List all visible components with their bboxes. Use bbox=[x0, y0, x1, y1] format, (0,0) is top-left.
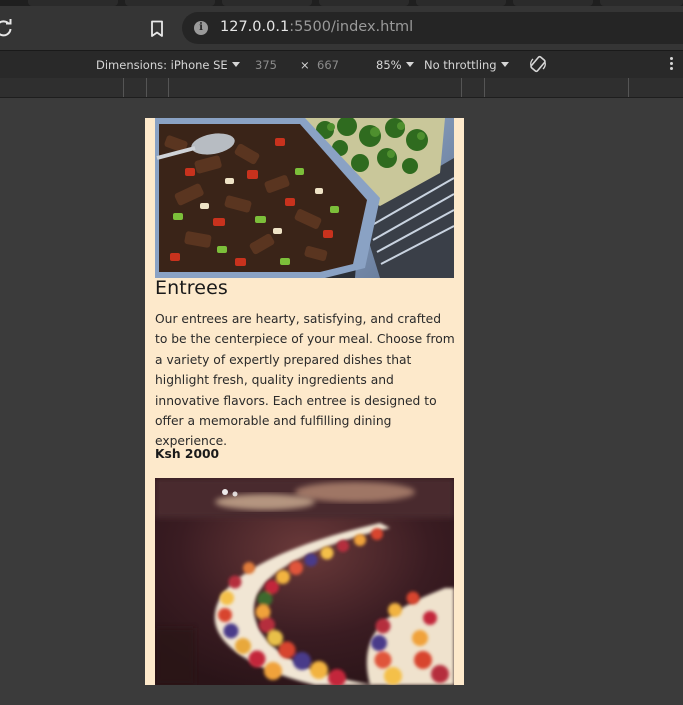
chevron-down-icon bbox=[500, 62, 509, 67]
emulated-viewport[interactable]: Entrees Our entrees are hearty, satisfyi… bbox=[145, 118, 464, 685]
url-text[interactable]: 127.0.0.1:5500/index.html bbox=[220, 19, 413, 35]
zoom-label: 85% bbox=[376, 58, 402, 72]
throttling-label: No throttling bbox=[424, 58, 497, 72]
url-path: :5500/index.html bbox=[289, 19, 414, 35]
width-input[interactable]: 375 bbox=[255, 58, 277, 72]
media-query-ruler bbox=[0, 78, 683, 98]
height-input[interactable]: 667 bbox=[317, 58, 339, 72]
ruler-marker[interactable] bbox=[628, 78, 629, 97]
site-info-icon[interactable]: i bbox=[194, 21, 208, 35]
throttling-select[interactable]: No throttling bbox=[424, 58, 509, 72]
rotate-icon[interactable] bbox=[529, 55, 547, 73]
ruler-marker[interactable] bbox=[461, 78, 462, 97]
device-select-label: Dimensions: iPhone SE bbox=[96, 58, 228, 72]
address-bar[interactable]: i 127.0.0.1:5500/index.html bbox=[182, 12, 683, 44]
section-description: Our entrees are hearty, satisfying, and … bbox=[155, 312, 455, 449]
section-title: Entrees bbox=[155, 277, 228, 299]
price-label: Ksh 2000 bbox=[155, 447, 220, 461]
ruler-marker[interactable] bbox=[484, 78, 485, 97]
ruler-marker[interactable] bbox=[123, 78, 124, 97]
chevron-down-icon bbox=[231, 62, 240, 67]
more-options-icon[interactable] bbox=[670, 57, 674, 73]
device-toolbar: Dimensions: iPhone SE 375 × 667 85% No t… bbox=[0, 50, 683, 79]
entree-image bbox=[155, 118, 454, 278]
zoom-select[interactable]: 85% bbox=[376, 58, 414, 72]
dimension-separator: × bbox=[300, 58, 310, 72]
reload-icon[interactable] bbox=[0, 18, 14, 38]
bookmark-icon[interactable] bbox=[150, 20, 164, 38]
url-host: 127.0.0.1 bbox=[220, 19, 290, 35]
browser-toolbar: i 127.0.0.1:5500/index.html bbox=[0, 6, 683, 50]
ruler-marker[interactable] bbox=[168, 78, 169, 97]
ruler-marker[interactable] bbox=[146, 78, 147, 97]
device-select[interactable]: Dimensions: iPhone SE bbox=[96, 58, 240, 72]
dessert-buffet-image bbox=[155, 478, 454, 685]
chevron-down-icon bbox=[405, 62, 414, 67]
